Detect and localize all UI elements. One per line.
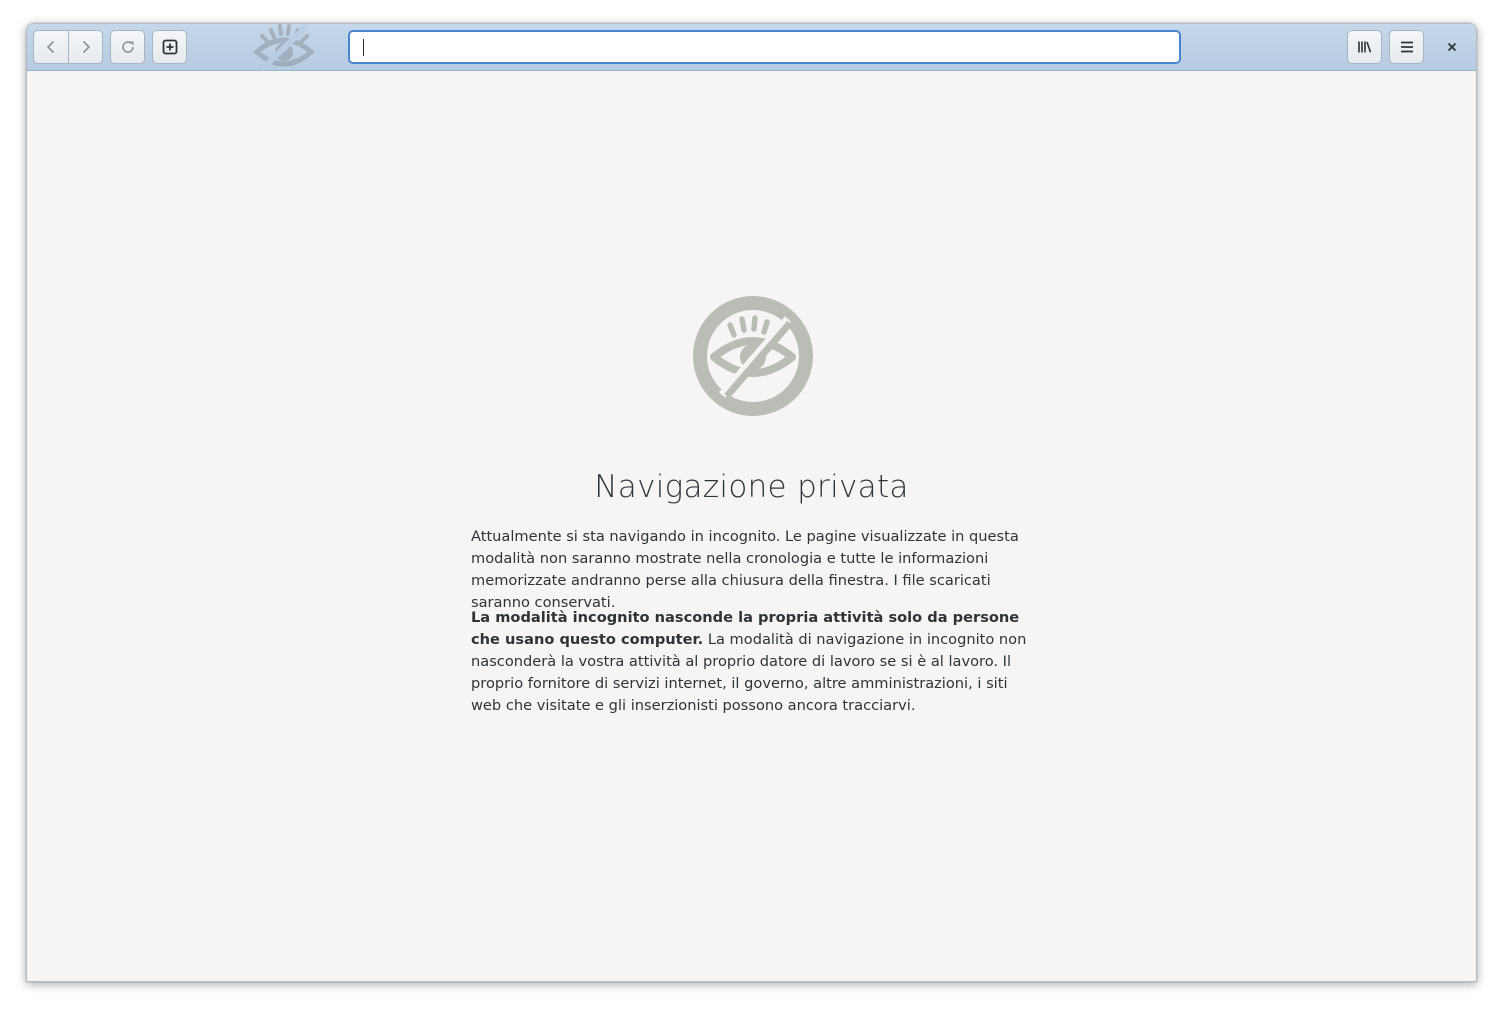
reload-button[interactable] <box>110 30 145 64</box>
url-bar[interactable] <box>348 30 1181 64</box>
header-bar <box>27 24 1476 73</box>
browser-window: Navigazione privata Attualmente si sta n… <box>26 23 1477 982</box>
private-browsing-page: Navigazione privata Attualmente si sta n… <box>27 71 1476 981</box>
close-window-button[interactable] <box>1440 35 1464 59</box>
bookmarks-button[interactable] <box>1347 30 1382 64</box>
forward-button[interactable] <box>69 30 103 64</box>
incognito-eye-icon <box>692 295 814 417</box>
warning-paragraph: La modalità incognito nasconde la propri… <box>471 607 1037 717</box>
close-icon <box>1446 38 1458 57</box>
reload-icon <box>120 39 136 55</box>
incognito-badge-icon <box>249 24 319 73</box>
chevron-right-icon <box>78 39 94 55</box>
new-tab-icon <box>162 39 178 55</box>
back-button[interactable] <box>33 30 69 64</box>
text-caret <box>363 39 364 56</box>
chevron-left-icon <box>43 39 59 55</box>
new-tab-button[interactable] <box>152 30 187 64</box>
info-paragraph: Attualmente si sta navigando in incognit… <box>471 528 1019 611</box>
page-title: Navigazione privata <box>594 469 909 505</box>
url-input[interactable] <box>362 32 1179 62</box>
hamburger-menu-icon <box>1399 39 1415 55</box>
library-icon <box>1357 39 1373 55</box>
menu-button[interactable] <box>1389 30 1424 64</box>
